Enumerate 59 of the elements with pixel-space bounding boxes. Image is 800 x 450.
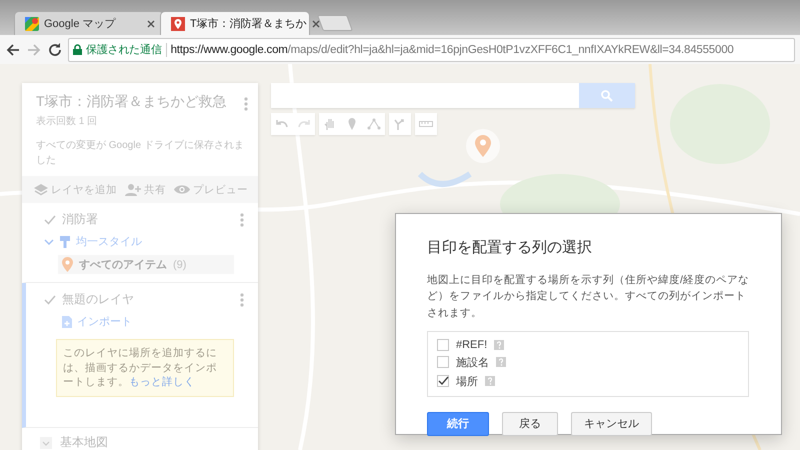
- chevron-down-icon[interactable]: [44, 238, 54, 244]
- more-options-icon[interactable]: [244, 97, 248, 111]
- map-title[interactable]: T塚市：消防署＆まちかど救急: [36, 93, 244, 111]
- style-link[interactable]: 均一スタイル: [76, 234, 142, 249]
- file-add-icon: [62, 316, 72, 328]
- back-icon[interactable]: [5, 42, 21, 58]
- unchecked-checkbox[interactable]: [437, 356, 449, 368]
- eye-icon: [174, 184, 190, 195]
- search-button[interactable]: [579, 83, 635, 108]
- more-options-icon[interactable]: [240, 212, 244, 226]
- checked-checkbox[interactable]: [44, 214, 56, 226]
- secure-label: 保護された通信: [86, 42, 162, 57]
- view-count: 表示回数 1 回: [36, 114, 98, 128]
- layer-name[interactable]: 無題のレイヤ: [62, 291, 234, 308]
- preview-button[interactable]: プレビュー: [174, 182, 248, 196]
- column-label: #REF!: [456, 338, 488, 351]
- continue-button[interactable]: 続行: [427, 412, 489, 436]
- column-label: 場所: [456, 374, 478, 389]
- import-link[interactable]: インポート: [62, 314, 132, 329]
- unchecked-checkbox[interactable]: [437, 338, 449, 351]
- url-text: https://www.google.com/maps/d/edit?hl=ja&hl=ja&mid=16pjnGesH0tP1vzXFF6C1_nnfIXAYkREW&ll=34.84555000: [170, 44, 734, 56]
- close-icon[interactable]: [312, 20, 320, 28]
- checked-checkbox[interactable]: [437, 375, 449, 388]
- add-layer-button[interactable]: レイヤを追加: [34, 182, 117, 196]
- help-icon[interactable]: [485, 376, 495, 386]
- lock-icon: [73, 44, 82, 55]
- dialog-button[interactable]: キャンセル: [571, 412, 652, 436]
- learn-more-link[interactable]: もっと詳しく: [129, 375, 195, 390]
- browser-tab[interactable]: Google マップ: [14, 11, 164, 35]
- layers-icon: [34, 184, 48, 196]
- layer-name[interactable]: 消防署: [62, 211, 234, 228]
- add-person-icon: [125, 184, 141, 196]
- save-status: すべての変更が Google ドライブに保存されました: [36, 138, 244, 168]
- share-button[interactable]: 共有: [125, 182, 166, 196]
- dialog-button[interactable]: 戻る: [502, 412, 558, 436]
- close-icon[interactable]: [147, 20, 155, 28]
- address-bar[interactable]: 保護された通信 https://www.google.com/maps/d/edit?hl=ja&hl=ja&mid=16pjnGesH0tP1vzXFF6C1_nnfIXAYkREW&ll=34.84555000: [68, 38, 795, 62]
- dialog-description: 地図上に目印を配置する場所を示す列（住所や緯度/経度のペアなど）をファイルから指定してください。すべての列がインポートされます。: [427, 273, 750, 321]
- reload-icon[interactable]: [47, 42, 63, 58]
- help-icon[interactable]: [494, 340, 504, 350]
- dialog-title: 目印を配置する列の選択: [427, 238, 593, 257]
- map-pin-icon: [475, 135, 491, 157]
- draw-line-icon: [367, 117, 381, 131]
- directions-icon: [393, 117, 407, 131]
- paint-roller-icon: [60, 236, 70, 248]
- base-map-label[interactable]: 基本地図: [60, 434, 108, 450]
- more-options-icon[interactable]: [240, 292, 244, 306]
- hint-text: このレイヤに場所を追加するには、描画するかデータをインポートします。もっと詳しく: [56, 339, 234, 398]
- search-icon: [601, 90, 613, 102]
- new-tab-button[interactable]: [317, 15, 353, 31]
- maps-icon: [25, 16, 39, 30]
- column-label: 施設名: [456, 356, 489, 370]
- search-field[interactable]: [271, 83, 579, 108]
- help-icon[interactable]: [496, 357, 506, 368]
- map-pin-icon: [171, 16, 185, 30]
- map-pin-icon: [62, 257, 73, 272]
- checked-checkbox[interactable]: [44, 294, 56, 306]
- forward-icon[interactable]: [26, 42, 42, 58]
- layer-panel[interactable]: 無題のレイヤ インポート このレイヤに場所を追加するには、描画するかデータをインポートします。もっと詳しく: [22, 283, 258, 428]
